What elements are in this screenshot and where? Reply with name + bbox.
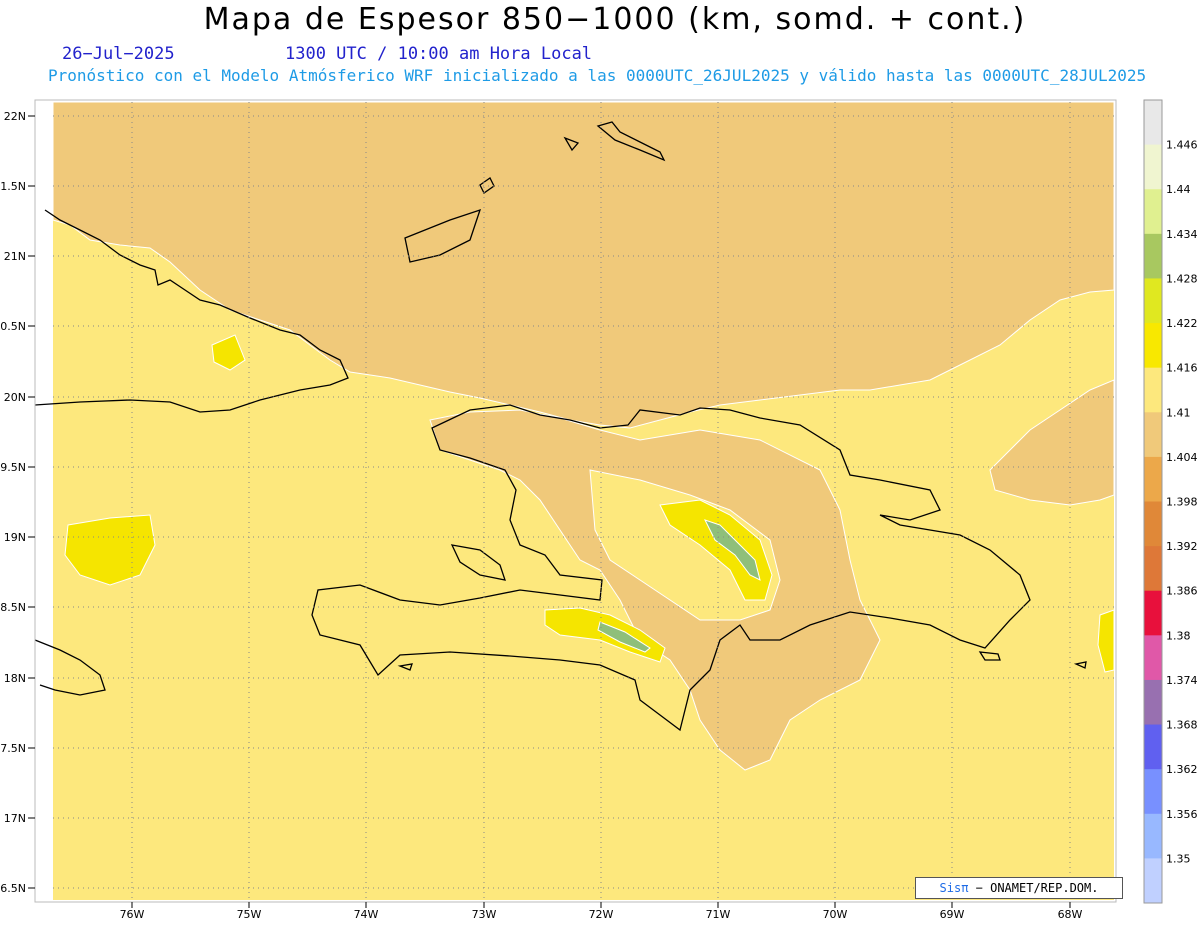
lat-label: 17N — [4, 812, 26, 825]
colorbar: 1.446 1.44 1.434 1.428 1.422 1.416 1.41 1.404 1.… — [1143, 99, 1198, 904]
colorbar-swatch — [1144, 278, 1162, 324]
colorbar-swatch — [1144, 858, 1162, 904]
colorbar-label: 1.392 — [1166, 540, 1198, 553]
colorbar-label: 1.398 — [1166, 496, 1198, 509]
colorbar-label: 1.422 — [1166, 317, 1198, 330]
colorbar-label: 1.428 — [1166, 272, 1198, 285]
credit-box: Sisπ − ONAMET/REP.DOM. — [915, 877, 1123, 899]
colorbar-label: 1.434 — [1166, 228, 1198, 241]
lon-label: 73W — [472, 908, 497, 921]
lon-label: 76W — [120, 908, 145, 921]
colorbar-label: 1.41 — [1166, 406, 1191, 419]
lat-label: 18N — [4, 672, 26, 685]
colorbar-label: 1.386 — [1166, 585, 1198, 598]
lon-label: 74W — [354, 908, 379, 921]
colorbar-swatch — [1144, 323, 1162, 369]
lon-label: 69W — [940, 908, 965, 921]
credit-brand: Sisπ — [939, 881, 969, 895]
colorbar-swatch — [1144, 456, 1162, 502]
colorbar-swatch — [1144, 233, 1162, 279]
colorbar-label: 1.446 — [1166, 139, 1198, 152]
colorbar-label: 1.35 — [1166, 852, 1191, 865]
lat-label: 1.5N — [0, 180, 26, 193]
lat-label: 6.5N — [0, 882, 26, 895]
colorbar-label: 1.374 — [1166, 674, 1198, 687]
colorbar-label: 1.368 — [1166, 719, 1198, 732]
colorbar-swatch — [1144, 412, 1162, 458]
colorbar-swatch — [1144, 769, 1162, 815]
colorbar-swatch — [1144, 724, 1162, 770]
lat-label: 21N — [4, 250, 26, 263]
lat-label: 8.5N — [0, 601, 26, 614]
lon-label: 71W — [706, 908, 731, 921]
lon-labels: 76W 75W 74W 73W 72W 71W 70W 69W 68W — [120, 908, 1083, 921]
lon-label: 75W — [237, 908, 262, 921]
colorbar-swatch — [1144, 813, 1162, 859]
lat-labels: 22N 1.5N 21N 0.5N 20N 9.5N 19N 8.5N 18N … — [0, 110, 26, 895]
lon-label: 70W — [823, 908, 848, 921]
colorbar-swatch — [1144, 679, 1162, 726]
colorbar-label: 1.404 — [1166, 451, 1198, 464]
colorbar-swatch — [1144, 100, 1162, 146]
lat-label: 9.5N — [0, 461, 26, 474]
colorbar-label: 1.44 — [1166, 183, 1191, 196]
colorbar-swatch — [1144, 189, 1162, 235]
lon-label: 68W — [1058, 908, 1083, 921]
lat-label: 19N — [4, 531, 26, 544]
lat-label: 22N — [4, 110, 26, 123]
colorbar-label: 1.416 — [1166, 362, 1198, 375]
colorbar-swatch — [1144, 144, 1162, 190]
lat-label: 0.5N — [0, 320, 26, 333]
colorbar-label: 1.356 — [1166, 808, 1198, 821]
lat-label: 20N — [4, 391, 26, 404]
colorbar-label: 1.38 — [1166, 629, 1191, 642]
colorbar-swatch — [1144, 367, 1162, 413]
colorbar-swatch — [1144, 501, 1162, 547]
credit-text: − ONAMET/REP.DOM. — [975, 881, 1099, 895]
colorbar-swatch — [1144, 546, 1162, 592]
map-figure: 22N 1.5N 21N 0.5N 20N 9.5N 19N 8.5N 18N … — [0, 99, 1198, 921]
lat-label: 7.5N — [0, 742, 26, 755]
lon-label: 72W — [589, 908, 614, 921]
colorbar-swatch — [1144, 590, 1162, 636]
colorbar-label: 1.362 — [1166, 763, 1198, 776]
colorbar-swatch — [1144, 635, 1162, 681]
